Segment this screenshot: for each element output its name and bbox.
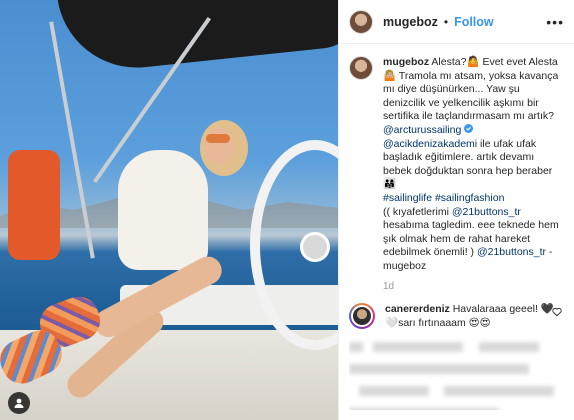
post-photo[interactable]	[0, 0, 338, 420]
verified-badge-icon	[464, 123, 474, 136]
life-buoy	[8, 150, 60, 260]
caption-username[interactable]: mugeboz	[383, 56, 429, 68]
hashtag-link[interactable]: #sailinglife #sailingfashion	[383, 192, 504, 204]
story-ring[interactable]	[349, 303, 375, 330]
caption-body: (( kıyafetlerimi	[383, 205, 452, 218]
post-header: mugeboz • Follow •••	[339, 0, 574, 44]
caption: mugeboz Alesta?🤷 Evet evet Alesta 🤷🏼 Tra…	[339, 44, 574, 293]
separator-dot: •	[443, 14, 449, 29]
comment-username[interactable]: canererdeniz	[385, 303, 450, 315]
avatar[interactable]	[349, 56, 373, 80]
mention-link[interactable]: @21buttons_tr	[452, 206, 521, 218]
more-options-icon[interactable]: •••	[546, 14, 564, 30]
header-username[interactable]: mugeboz	[383, 15, 438, 29]
user-tag-icon[interactable]	[8, 392, 30, 414]
heart-icon[interactable]	[552, 307, 562, 320]
person-sweater	[118, 150, 208, 270]
steering-hub	[300, 232, 330, 262]
post-sidebar: mugeboz • Follow ••• mugeboz Alesta?🤷 Ev…	[338, 0, 574, 420]
avatar[interactable]	[351, 305, 373, 328]
comment-text: canererdeniz Havalaraaa geeel! 🖤🤍sarı fı…	[385, 303, 564, 330]
instagram-post: mugeboz • Follow ••• mugeboz Alesta?🤷 Ev…	[0, 0, 574, 420]
comment: canererdeniz Havalaraaa geeel! 🖤🤍sarı fı…	[339, 293, 574, 330]
mention-link[interactable]: @arcturussailing	[383, 124, 461, 136]
post-age: 1d	[383, 280, 395, 292]
follow-button[interactable]: Follow	[454, 15, 494, 29]
caption-text: mugeboz Alesta?🤷 Evet evet Alesta 🤷🏼 Tra…	[383, 56, 564, 293]
mention-link[interactable]: @acikdenizakademi	[383, 138, 477, 150]
avatar[interactable]	[349, 9, 373, 34]
mention-link[interactable]: @21buttons_tr	[477, 246, 546, 258]
sunglasses	[206, 134, 230, 143]
blurred-comments	[349, 338, 564, 410]
